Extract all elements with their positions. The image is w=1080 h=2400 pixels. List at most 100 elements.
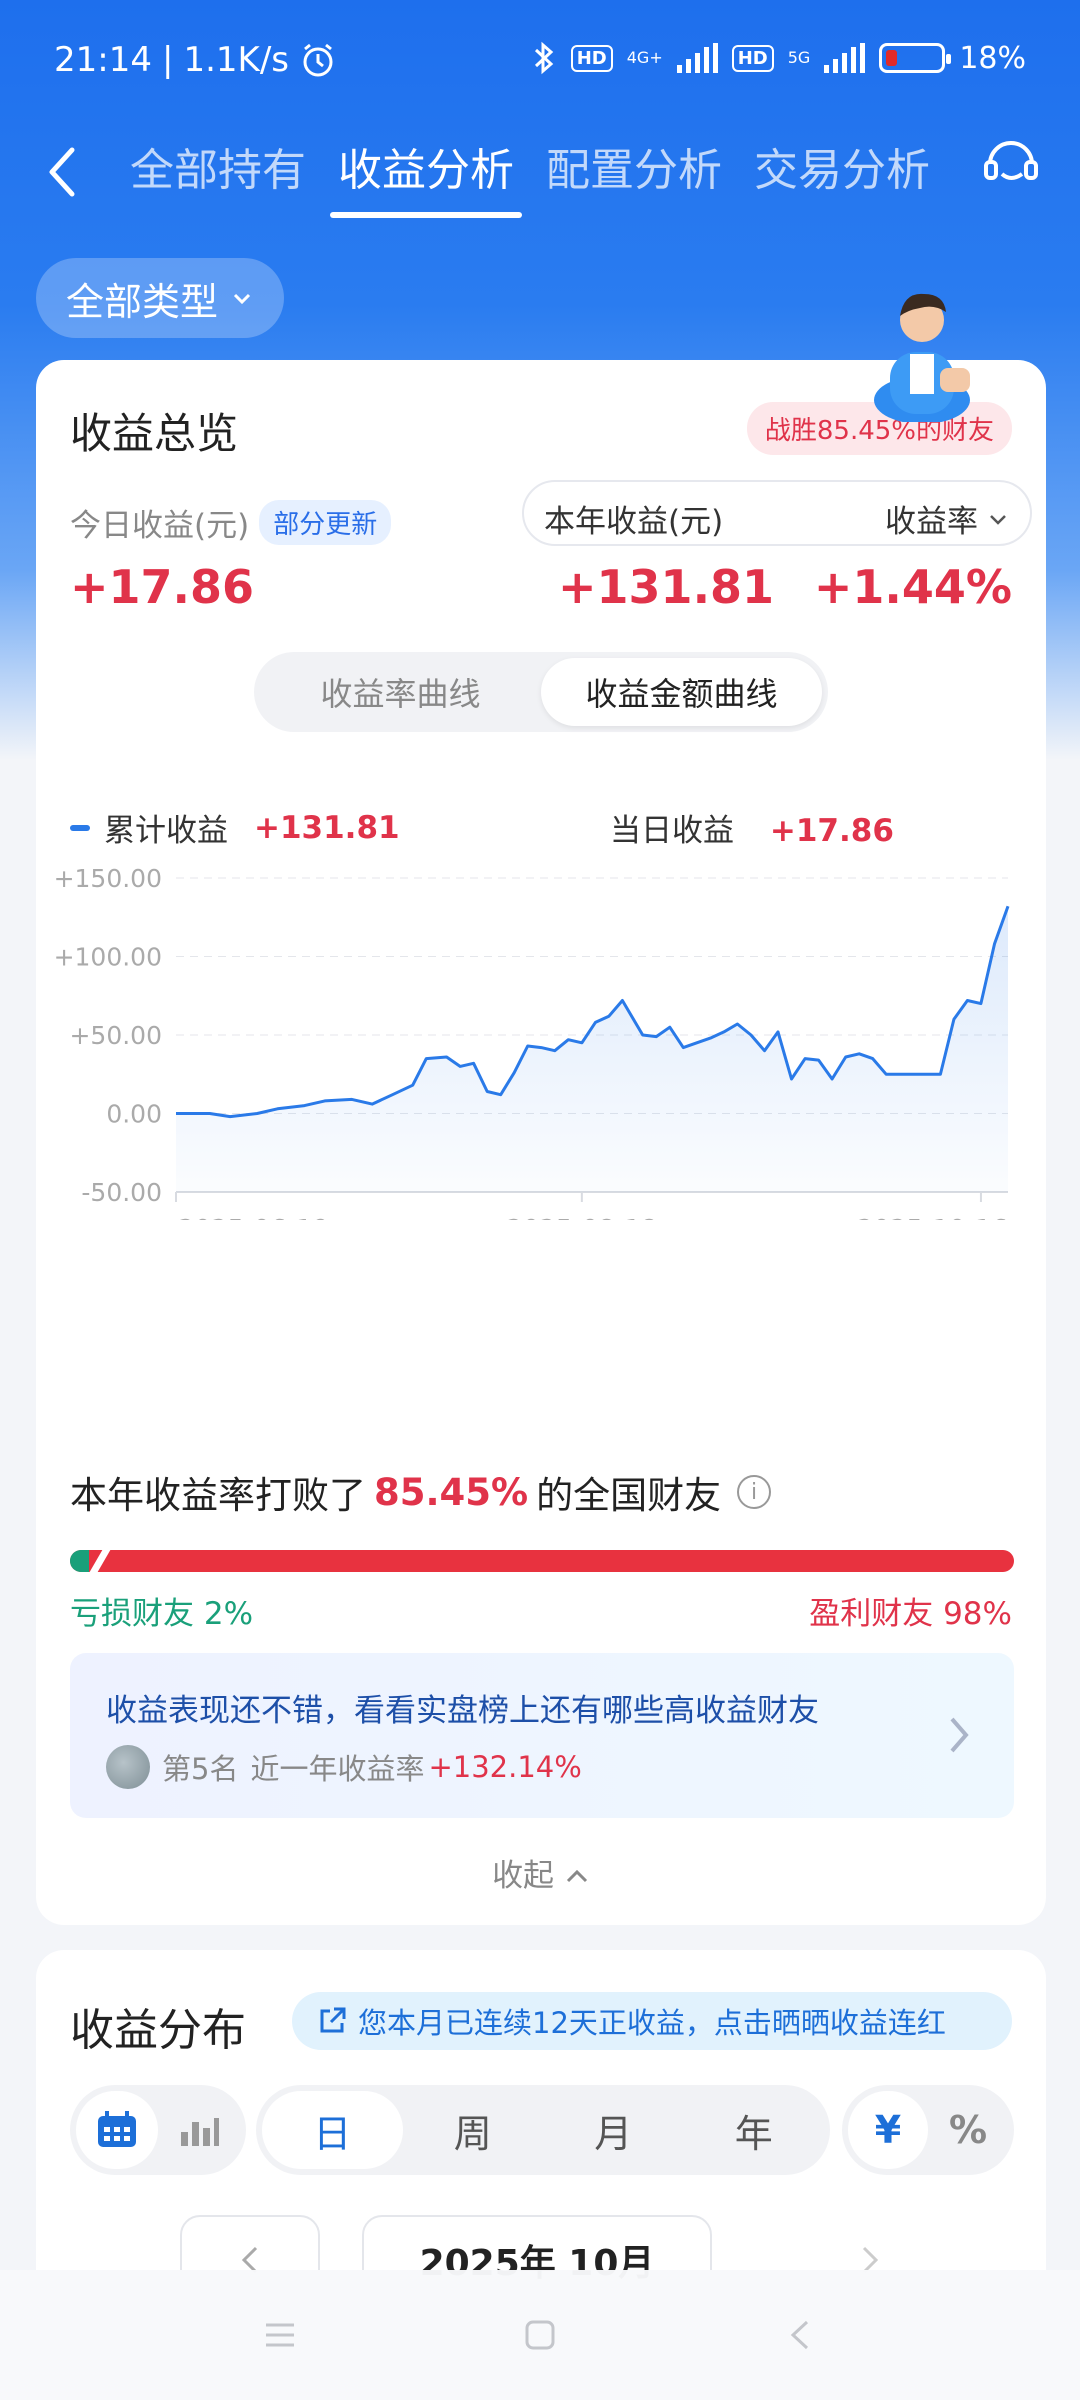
streak-text: 您本月已连续12天正收益，点击晒晒收益连红 <box>358 2006 946 2040</box>
series-area-cumulative <box>176 906 1008 1192</box>
share-icon <box>320 2007 346 2033</box>
x-tick-label: 2025-06-19 <box>178 1215 329 1220</box>
calendar-view-button[interactable] <box>76 2091 158 2169</box>
legend-cumulative: 累计收益 +131.81 <box>70 805 400 850</box>
alarm-icon <box>303 43 333 77</box>
today-profit-label: 今日收益(元) 部分更新 <box>70 500 392 545</box>
y-tick-label: +50.00 <box>69 1021 162 1050</box>
period-day[interactable]: 日 <box>262 2091 403 2169</box>
period-month[interactable]: 月 <box>543 2091 684 2169</box>
status-bar: 21:14 | 1.1K/s HD 4G+ HD 5G 18% <box>0 0 1080 120</box>
battery-icon <box>879 43 952 73</box>
view-mode-toggle <box>70 2085 246 2175</box>
hd-badge-2: HD <box>731 44 774 72</box>
x-tick-label: 2025-08-18 <box>506 1215 657 1220</box>
info-icon[interactable]: i <box>737 1475 772 1509</box>
legend-daily-value: +17.86 <box>769 813 894 849</box>
year-rate-value: +1.44% <box>813 560 1012 614</box>
legend-line-marker <box>70 824 90 831</box>
year-metric-selector[interactable]: 本年收益(元) 收益率 <box>522 480 1032 546</box>
calendar-icon <box>98 2111 136 2147</box>
signal-icon <box>676 43 718 73</box>
top-nav: 全部持有 收益分析 配置分析 交易分析 <box>0 120 1080 240</box>
amount-curve-option[interactable]: 收益金额曲线 <box>541 658 822 726</box>
y-tick-label: +100.00 <box>54 943 162 972</box>
hd-badge: HD <box>570 44 613 72</box>
customer-service-icon[interactable] <box>978 130 1044 196</box>
tab-bar: 全部持有 收益分析 配置分析 交易分析 <box>130 134 930 218</box>
collapse-button[interactable]: 收起 <box>36 1850 1046 1895</box>
beat-prefix: 本年收益率打败了 <box>70 1474 366 1517</box>
loss-segment <box>70 1550 89 1572</box>
rate-curve-option[interactable]: 收益率曲线 <box>260 658 541 726</box>
unit-yen[interactable]: ¥ <box>848 2091 928 2169</box>
bar-chart-icon <box>181 2118 219 2146</box>
curve-type-toggle: 收益率曲线 收益金额曲线 <box>254 652 828 732</box>
network-type-2: 5G <box>787 48 811 67</box>
collapse-label: 收起 <box>492 1858 555 1894</box>
leaderboard-promo[interactable]: 收益表现还不错，看看实盘榜上还有哪些高收益财友 第5名 近一年收益率 +132.… <box>70 1653 1014 1818</box>
beat-summary: 本年收益率打败了 85.45% 的全国财友 i <box>70 1465 772 1519</box>
promo-rate: +132.14% <box>428 1750 582 1784</box>
beat-suffix: 的全国财友 <box>536 1474 722 1517</box>
promo-desc: 近一年收益率 <box>250 1752 425 1786</box>
today-profit-value: +17.86 <box>70 560 255 614</box>
menu-icon[interactable] <box>260 2315 300 2355</box>
unit-percent[interactable]: % <box>928 2091 1008 2169</box>
home-icon[interactable] <box>520 2315 560 2355</box>
beat-percent: 85.45% <box>374 1470 529 1514</box>
year-profit-label: 本年收益(元) <box>544 504 724 540</box>
mascot-illustration <box>874 293 970 422</box>
legend-cum-value: +131.81 <box>254 809 400 846</box>
promo-rank: 第5名 <box>162 1752 239 1786</box>
chevron-down-icon <box>233 293 251 305</box>
rate-label: 收益率 <box>885 504 978 540</box>
type-filter-label: 全部类型 <box>66 279 219 324</box>
legend-daily: 当日收益 +17.86 <box>610 805 894 850</box>
y-tick-label: 0.00 <box>106 1100 162 1129</box>
unit-toggle: ¥ % <box>842 2085 1014 2175</box>
profit-chart[interactable]: +150.00 +100.00 +50.00 0.00 -50.00 2025-06-19… <box>36 850 1046 1220</box>
avatar <box>106 1745 150 1789</box>
legend-daily-label: 当日收益 <box>610 813 734 849</box>
tab-trade-analysis[interactable]: 交易分析 <box>754 134 930 218</box>
tab-all-holdings[interactable]: 全部持有 <box>130 134 306 218</box>
signal-icon-2 <box>824 43 866 73</box>
loss-profit-bar <box>70 1550 1014 1572</box>
streak-banner[interactable]: 您本月已连续12天正收益，点击晒晒收益连红 <box>292 1992 1012 2050</box>
promo-title: 收益表现还不错，看看实盘榜上还有哪些高收益财友 <box>106 1693 819 1729</box>
period-toggle: 日 周 月 年 <box>256 2085 830 2175</box>
year-profit-value: +131.81 <box>558 560 775 614</box>
y-tick-label: -50.00 <box>81 1178 162 1207</box>
clock: 21:14 <box>54 40 152 80</box>
network-type-1: 4G+ <box>626 48 663 67</box>
bar-separator <box>87 1550 113 1572</box>
chevron-down-icon <box>990 514 1006 525</box>
profit-overview-card: 收益总览 战胜85.45%的财友 今日收益(元) 部分更新 本年收益(元) 收益… <box>36 360 1046 1925</box>
period-year[interactable]: 年 <box>684 2091 825 2169</box>
chevron-up-icon <box>566 1869 587 1883</box>
rate-dropdown[interactable]: 收益率 <box>885 496 1010 541</box>
period-week[interactable]: 周 <box>403 2091 544 2169</box>
network-speed: 1.1K/s <box>183 40 289 80</box>
x-tick-label: 2025-10-16 <box>857 1215 1008 1220</box>
bar-chart-view-button[interactable] <box>158 2091 240 2169</box>
back-icon[interactable] <box>780 2315 820 2355</box>
distribution-title: 收益分布 <box>70 2005 246 2056</box>
partial-update-badge: 部分更新 <box>259 500 392 545</box>
type-filter-dropdown[interactable]: 全部类型 <box>36 258 285 338</box>
tab-profit-analysis[interactable]: 收益分析 <box>330 134 522 218</box>
separator: | <box>161 40 174 80</box>
bluetooth-icon <box>534 41 553 75</box>
system-nav-bar <box>0 2270 1080 2400</box>
y-tick-label: +150.00 <box>54 864 162 893</box>
profit-label: 盈利财友 98% <box>809 1596 1012 1632</box>
chevron-right-icon <box>950 1717 969 1753</box>
battery-percent: 18% <box>959 40 1026 76</box>
overview-title: 收益总览 <box>70 409 239 458</box>
back-arrow-icon[interactable] <box>34 132 94 212</box>
loss-label: 亏损财友 2% <box>70 1596 254 1632</box>
today-label-text: 今日收益(元) <box>70 508 250 544</box>
tab-allocation-analysis[interactable]: 配置分析 <box>546 134 722 218</box>
legend-cum-label: 累计收益 <box>104 813 228 849</box>
